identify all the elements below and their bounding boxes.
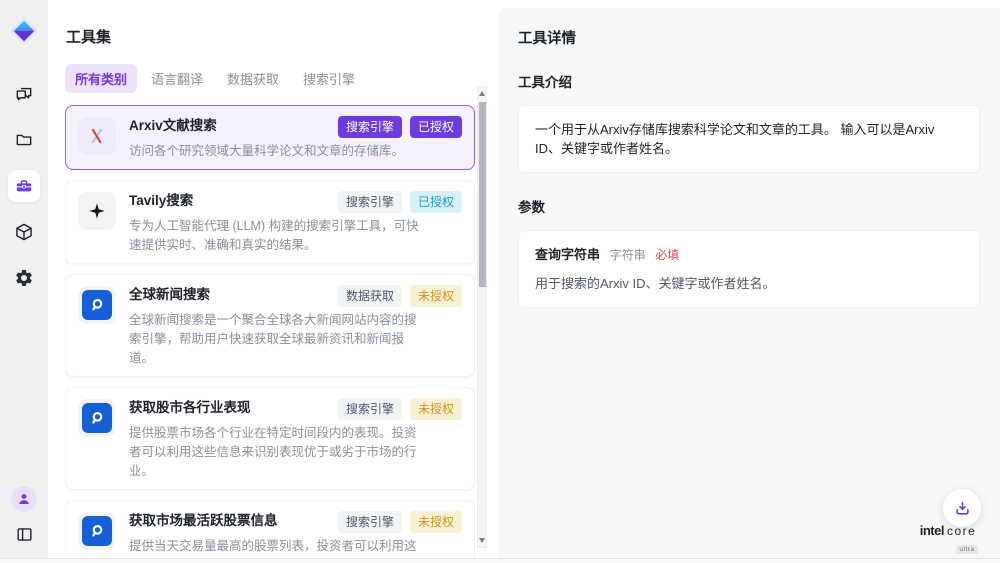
tool-main: Tavily搜索 搜索引擎 已授权 专为人工智能代理 (LLM) 构建的搜索引擎… [129, 191, 462, 255]
tool-tags: 搜索引擎 未授权 [338, 398, 462, 420]
status-badge: 未授权 [410, 285, 462, 307]
tool-name: 获取股市各行业表现 [129, 398, 251, 417]
param-type: 字符串 [610, 248, 646, 262]
tool-card-active-stocks[interactable]: 获取市场最活跃股票信息 搜索引擎 未授权 提供当天交易量最高的股票列表，投资者可… [65, 500, 475, 557]
status-badge: 未授权 [410, 398, 462, 420]
detail-title: 工具详情 [518, 27, 980, 48]
tool-description: 访问各个研究领域大量科学论文和文章的存储库。 [129, 142, 421, 161]
tab-translation[interactable]: 语言翻译 [141, 64, 213, 93]
tab-data-fetch[interactable]: 数据获取 [217, 64, 289, 93]
tool-tags: 数据获取 未授权 [338, 285, 462, 307]
category-badge: 搜索引擎 [338, 116, 402, 138]
tab-search-engine[interactable]: 搜索引擎 [293, 64, 365, 93]
blue-search-icon [78, 512, 116, 550]
sidebar-item-toolbox[interactable] [8, 170, 40, 202]
tool-detail-panel: 工具详情 工具介绍 一个用于从Arxiv存储库搜索科学论文和文章的工具。 输入可… [498, 8, 1000, 563]
category-badge: 搜索引擎 [338, 398, 402, 420]
arxiv-x-icon [78, 117, 116, 155]
tool-card-arxiv[interactable]: Arxiv文献搜索 搜索引擎 已授权 访问各个研究领域大量科学论文和文章的存储库… [65, 105, 475, 170]
param-name: 查询字符串 [535, 247, 600, 262]
download-icon [953, 499, 972, 518]
tool-card-list: Arxiv文献搜索 搜索引擎 已授权 访问各个研究领域大量科学论文和文章的存储库… [65, 105, 475, 557]
tool-name: 全球新闻搜索 [129, 285, 210, 304]
user-avatar[interactable] [11, 486, 37, 512]
param-required-badge: 必填 [655, 248, 679, 262]
gear-icon [14, 268, 34, 288]
param-card: 查询字符串 字符串 必填 用于搜索的Arxiv ID、关键字或作者姓名。 [518, 230, 980, 308]
rail-nav [8, 78, 40, 294]
status-badge: 已授权 [410, 191, 462, 213]
tool-name: Tavily搜索 [129, 191, 193, 210]
tool-main: Arxiv文献搜索 搜索引擎 已授权 访问各个研究领域大量科学论文和文章的存储库… [129, 116, 462, 161]
toolbox-icon [14, 176, 34, 196]
scroll-down-arrow-icon[interactable] [479, 538, 485, 543]
sidebar-item-files[interactable] [8, 124, 40, 156]
tool-name: Arxiv文献搜索 [129, 116, 217, 135]
scroll-up-arrow-icon[interactable] [479, 91, 485, 96]
blue-search-icon [78, 286, 116, 324]
tool-card-tavily[interactable]: Tavily搜索 搜索引擎 已授权 专为人工智能代理 (LLM) 构建的搜索引擎… [65, 180, 475, 264]
tool-card-sector-performance[interactable]: 获取股市各行业表现 搜索引擎 未授权 提供股票市场各个行业在特定时间段内的表现。… [65, 387, 475, 490]
status-badge: 已授权 [410, 116, 462, 138]
tool-main: 获取市场最活跃股票信息 搜索引擎 未授权 提供当天交易量最高的股票列表，投资者可… [129, 511, 462, 557]
left-rail [0, 0, 48, 563]
intro-heading: 工具介绍 [518, 71, 980, 91]
window-bottom-edge [0, 558, 1000, 563]
tool-description: 专为人工智能代理 (LLM) 构建的搜索引擎工具，可快速提供实时、准确和真实的结… [129, 217, 421, 255]
tool-description: 全球新闻搜索是一个聚合全球各大新闻网站内容的搜索引擎，帮助用户快速获取全球最新资… [129, 311, 421, 368]
tool-name: 获取市场最活跃股票信息 [129, 511, 278, 530]
tool-main: 获取股市各行业表现 搜索引擎 未授权 提供股票市场各个行业在特定时间段内的表现。… [129, 398, 462, 481]
status-badge: 未授权 [410, 511, 462, 533]
cube-icon [14, 222, 34, 242]
scrollbar-thumb[interactable] [479, 102, 486, 287]
intro-card: 一个用于从Arxiv存储库搜索科学论文和文章的工具。 输入可以是Arxiv ID… [518, 105, 980, 173]
tool-tags: 搜索引擎 未授权 [338, 511, 462, 533]
param-description: 用于搜索的Arxiv ID、关键字或作者姓名。 [535, 274, 963, 293]
blue-search-icon [78, 399, 116, 437]
page-title: 工具集 [66, 26, 498, 47]
category-tabs: 所有类别 语言翻译 数据获取 搜索引擎 [65, 64, 498, 93]
brand-ultra-badge: ultra [956, 545, 977, 554]
tab-all-categories[interactable]: 所有类别 [65, 64, 137, 93]
intel-core-logo: intel core ultra [910, 523, 986, 556]
params-heading: 参数 [518, 196, 980, 216]
category-badge: 搜索引擎 [338, 191, 402, 213]
rail-bottom [11, 486, 37, 563]
sparkle-star-icon [78, 192, 116, 230]
app-logo-icon [9, 16, 39, 46]
tool-description: 提供股票市场各个行业在特定时间段内的表现。投资者可以利用这些信息来识别表现优于或… [129, 424, 421, 481]
collapse-sidebar-button[interactable] [11, 521, 37, 547]
tool-card-global-news[interactable]: 全球新闻搜索 数据获取 未授权 全球新闻搜索是一个聚合全球各大新闻网站内容的搜索… [65, 274, 475, 377]
sidebar-item-chat[interactable] [8, 78, 40, 110]
chat-icon [14, 84, 34, 104]
param-head: 查询字符串 字符串 必填 [535, 245, 963, 265]
list-scrollbar[interactable] [477, 86, 487, 548]
category-badge: 数据获取 [338, 285, 402, 307]
collapse-panel-icon [15, 525, 34, 544]
sidebar-item-settings[interactable] [8, 262, 40, 294]
tool-tags: 搜索引擎 已授权 [338, 191, 462, 213]
brand-intel-text: intel [920, 523, 944, 538]
sidebar-item-models[interactable] [8, 216, 40, 248]
brand-core-text: core [947, 524, 976, 538]
folder-icon [14, 130, 34, 150]
category-badge: 搜索引擎 [338, 511, 402, 533]
tool-description: 提供当天交易量最高的股票列表，投资者可以利用这些信息来识别流动性强的股票和潜在的… [129, 537, 421, 557]
download-button[interactable] [943, 489, 981, 527]
tool-list-panel: 工具集 所有类别 语言翻译 数据获取 搜索引擎 Arxiv文献搜索 搜索引擎 已… [48, 0, 498, 563]
tool-tags: 搜索引擎 已授权 [338, 116, 462, 138]
tool-main: 全球新闻搜索 数据获取 未授权 全球新闻搜索是一个聚合全球各大新闻网站内容的搜索… [129, 285, 462, 368]
user-avatar-icon [16, 491, 32, 507]
